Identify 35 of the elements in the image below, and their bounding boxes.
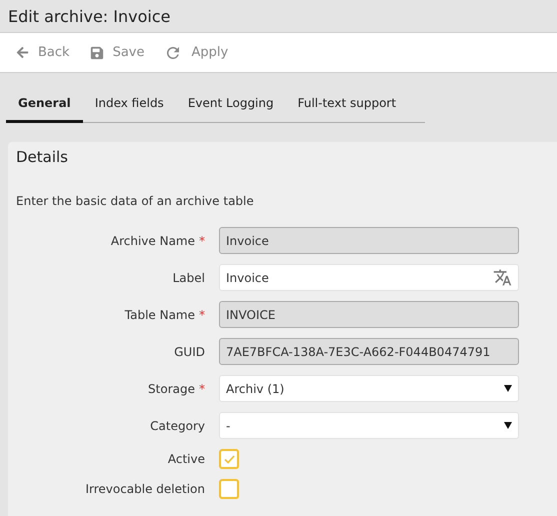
readonly-field[interactable]: INVOICE	[219, 301, 519, 328]
required-mark: *	[199, 382, 205, 396]
caret-icon	[504, 385, 512, 392]
description-text: Enter the basic data of an archive table	[16, 194, 255, 208]
field-label: Irrevocable deletion	[85, 482, 205, 496]
tab[interactable]: Event Logging	[176, 89, 286, 123]
panel-title: Details	[16, 148, 70, 166]
save-button[interactable]: Save	[90, 43, 144, 62]
field-label: Storage	[148, 382, 195, 396]
required-mark: *	[199, 234, 205, 248]
back-button[interactable]: Back	[16, 43, 70, 62]
checkbox[interactable]	[219, 449, 239, 469]
back-arrow-icon	[16, 46, 29, 59]
field-label: Table Name	[124, 308, 195, 322]
field-label: Category	[150, 418, 205, 432]
window-title: Edit archive: Invoice	[8, 6, 170, 26]
tab[interactable]: Full-text support	[286, 89, 408, 123]
checkbox[interactable]	[219, 479, 239, 499]
field-label: Active	[168, 452, 205, 466]
field-label: GUID	[174, 344, 205, 358]
tab[interactable]: General	[6, 89, 83, 123]
required-mark: *	[199, 308, 205, 322]
select-field[interactable]: -	[219, 412, 519, 439]
apply-button[interactable]: Apply	[164, 42, 228, 64]
input-field[interactable]: Invoice	[219, 264, 519, 291]
save-icon	[90, 46, 104, 60]
field-label: Archive Name	[110, 234, 195, 248]
caret-icon	[504, 422, 512, 429]
translate-icon[interactable]	[493, 268, 512, 287]
check-icon	[224, 454, 234, 464]
readonly-field[interactable]: 7AE7BFCA-138A-7E3C-A662-F044B0474791	[219, 338, 519, 365]
tab[interactable]: Index fields	[82, 89, 176, 123]
readonly-field[interactable]: Invoice	[219, 227, 519, 254]
select-field[interactable]: Archiv (1)	[219, 375, 519, 402]
field-label: Label	[172, 270, 205, 284]
